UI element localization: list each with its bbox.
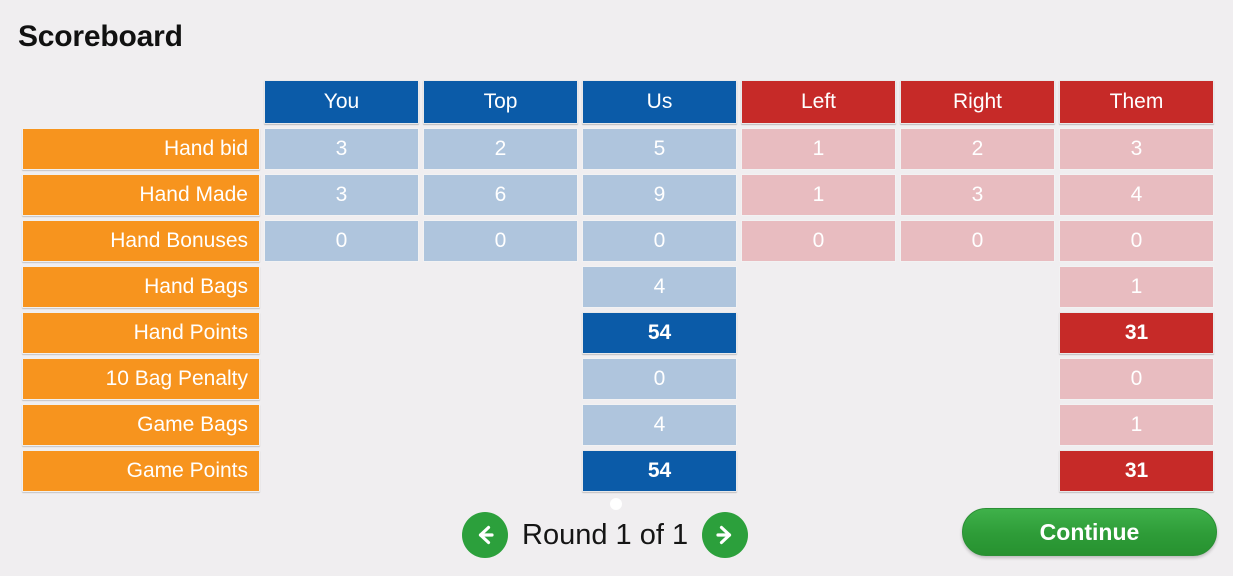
round-navigation: Round 1 of 1: [462, 512, 749, 558]
round-label: Round 1 of 1: [522, 518, 689, 551]
score-cell: [741, 404, 896, 446]
table-row: Hand Bonuses 0 0 0 0 0 0: [22, 220, 1214, 262]
score-cell[interactable]: 4: [1059, 174, 1214, 216]
previous-round-button[interactable]: [462, 512, 508, 558]
page-title: Scoreboard: [18, 20, 183, 53]
score-cell[interactable]: 0: [264, 220, 419, 262]
page-indicator-dot: [610, 498, 622, 510]
row-label: Hand Bags: [22, 266, 260, 308]
score-cell[interactable]: 9: [582, 174, 737, 216]
score-cell[interactable]: 2: [900, 128, 1055, 170]
score-cell[interactable]: 1: [1059, 404, 1214, 446]
score-cell[interactable]: 0: [741, 220, 896, 262]
table-row: 10 Bag Penalty 0 0: [22, 358, 1214, 400]
column-header-you[interactable]: You: [264, 80, 419, 124]
score-cell[interactable]: 3: [1059, 128, 1214, 170]
score-cell: [264, 266, 419, 308]
score-cell: [741, 358, 896, 400]
score-cell[interactable]: 1: [741, 174, 896, 216]
row-label: Hand Bonuses: [22, 220, 260, 262]
row-label: Game Bags: [22, 404, 260, 446]
score-cell[interactable]: 0: [582, 220, 737, 262]
column-header-right[interactable]: Right: [900, 80, 1055, 124]
score-cell: [423, 266, 578, 308]
score-cell[interactable]: 54: [582, 450, 737, 492]
score-cell: [900, 404, 1055, 446]
column-header-them[interactable]: Them: [1059, 80, 1214, 124]
row-label: Hand Points: [22, 312, 260, 354]
score-cell: [423, 450, 578, 492]
score-cell[interactable]: 2: [423, 128, 578, 170]
table-row: Game Bags 4 1: [22, 404, 1214, 446]
score-cell[interactable]: 54: [582, 312, 737, 354]
table-header-row: You Top Us Left Right Them: [22, 80, 1214, 124]
score-cell: [741, 266, 896, 308]
score-cell[interactable]: 0: [423, 220, 578, 262]
row-label: Hand bid: [22, 128, 260, 170]
row-label: Game Points: [22, 450, 260, 492]
table-row: Hand bid 3 2 5 1 2 3: [22, 128, 1214, 170]
table-row: Hand Made 3 6 9 1 3 4: [22, 174, 1214, 216]
continue-button[interactable]: Continue: [962, 508, 1217, 556]
score-cell: [423, 312, 578, 354]
score-cell: [264, 358, 419, 400]
arrow-right-icon: [711, 521, 739, 549]
score-cell[interactable]: 4: [582, 404, 737, 446]
score-cell: [900, 358, 1055, 400]
score-cell[interactable]: 6: [423, 174, 578, 216]
row-label: Hand Made: [22, 174, 260, 216]
score-cell[interactable]: 31: [1059, 312, 1214, 354]
score-cell[interactable]: 0: [1059, 358, 1214, 400]
score-cell[interactable]: 4: [582, 266, 737, 308]
score-cell: [900, 312, 1055, 354]
score-cell: [423, 358, 578, 400]
score-cell[interactable]: 0: [900, 220, 1055, 262]
table-corner-cell: [22, 80, 260, 124]
score-cell[interactable]: 0: [1059, 220, 1214, 262]
score-cell[interactable]: 1: [1059, 266, 1214, 308]
score-cell: [741, 312, 896, 354]
row-label: 10 Bag Penalty: [22, 358, 260, 400]
column-header-left[interactable]: Left: [741, 80, 896, 124]
score-cell: [264, 450, 419, 492]
score-cell: [900, 450, 1055, 492]
score-cell[interactable]: 3: [264, 128, 419, 170]
score-cell: [900, 266, 1055, 308]
column-header-top[interactable]: Top: [423, 80, 578, 124]
score-cell[interactable]: 5: [582, 128, 737, 170]
score-cell[interactable]: 31: [1059, 450, 1214, 492]
score-cell: [264, 404, 419, 446]
scoreboard-table: You Top Us Left Right Them Hand bid 3 2 5 1 2 3 Hand …: [22, 80, 1214, 496]
score-cell[interactable]: 3: [900, 174, 1055, 216]
table-row: Hand Points 54 31: [22, 312, 1214, 354]
table-row: Game Points 54 31: [22, 450, 1214, 492]
score-cell[interactable]: 3: [264, 174, 419, 216]
score-cell: [423, 404, 578, 446]
score-cell: [264, 312, 419, 354]
column-header-us[interactable]: Us: [582, 80, 737, 124]
score-cell[interactable]: 1: [741, 128, 896, 170]
score-cell[interactable]: 0: [582, 358, 737, 400]
table-row: Hand Bags 4 1: [22, 266, 1214, 308]
arrow-left-icon: [471, 521, 499, 549]
next-round-button[interactable]: [702, 512, 749, 558]
score-cell: [741, 450, 896, 492]
